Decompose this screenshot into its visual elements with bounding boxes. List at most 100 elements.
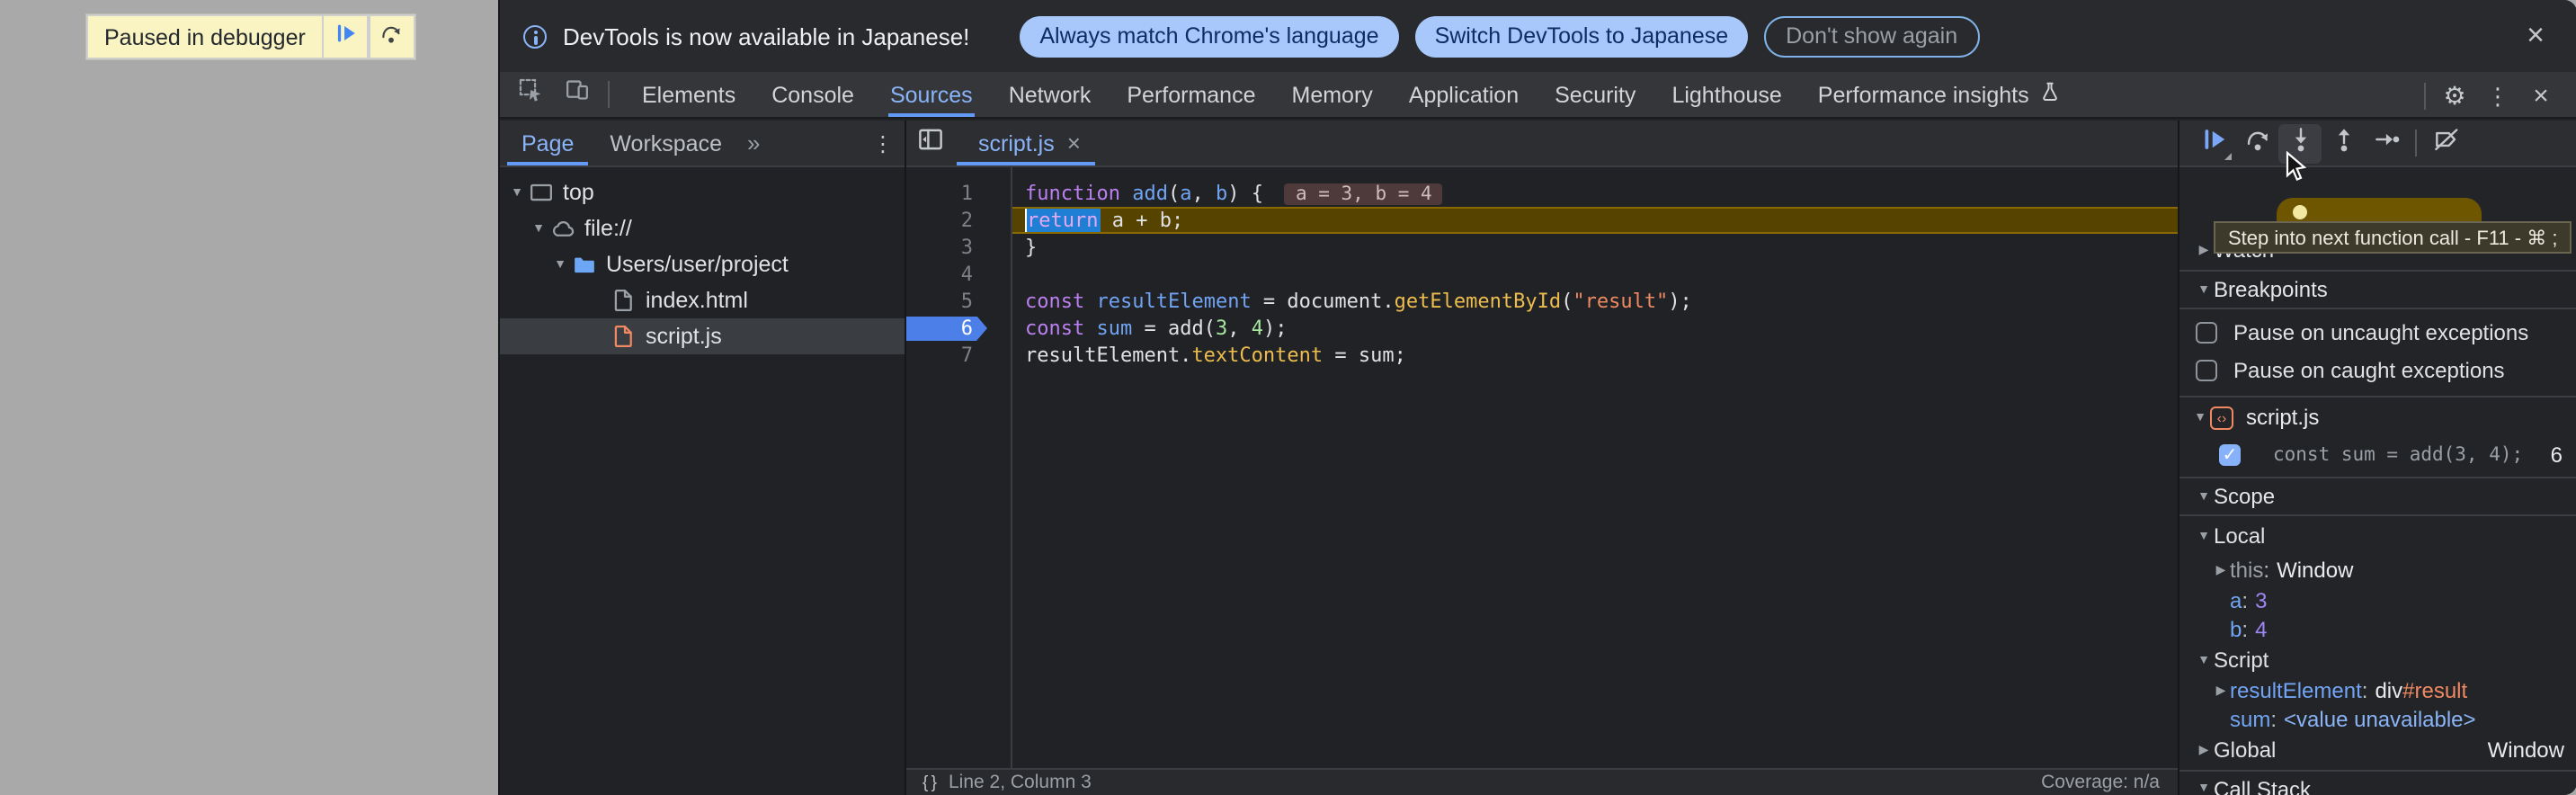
tree-item-label: script.js: [646, 324, 722, 349]
scope-group-script[interactable]: ▼Script: [2179, 645, 2576, 675]
step-out-button[interactable]: [2322, 123, 2365, 163]
line-number[interactable]: 4: [906, 261, 1011, 288]
infobar-close-icon[interactable]: ×: [2516, 16, 2555, 56]
line-number[interactable]: 1: [906, 180, 1011, 207]
navigator-tab-workspace[interactable]: Workspace: [592, 121, 740, 165]
code-line-2[interactable]: 2return a + b;: [906, 207, 2178, 234]
tab-application[interactable]: Application: [1391, 72, 1537, 117]
code-text: }: [1011, 234, 2178, 261]
code-token: }: [1025, 236, 1037, 259]
cursor-position: Line 2, Column 3: [949, 772, 1092, 793]
expand-arrow-icon[interactable]: ▼: [529, 222, 548, 235]
code-line-1[interactable]: 1function add(a, b) {a = 3, b = 4: [906, 180, 2178, 207]
settings-gear-icon[interactable]: ⚙: [2433, 74, 2476, 117]
tab-performance[interactable]: Performance: [1109, 72, 1273, 117]
tab-performance-insights[interactable]: Performance insights: [1800, 72, 2080, 117]
tree-item-index-html[interactable]: index.html: [500, 282, 905, 318]
scope-variable-resultelement[interactable]: ▶resultElement:div#result: [2179, 675, 2576, 705]
line-number[interactable]: 2: [906, 207, 1011, 234]
code-line-5[interactable]: 5const resultElement = document.getEleme…: [906, 288, 2178, 315]
step-over-button[interactable]: [2235, 123, 2278, 163]
toggle-navigator-icon[interactable]: [906, 121, 953, 165]
line-number[interactable]: 6: [906, 315, 1011, 342]
navigator-kebab-icon[interactable]: ⋮: [872, 121, 894, 167]
breakpoint-file-group[interactable]: ▼ ‹› script.js: [2179, 398, 2576, 437]
breakpoint-entry[interactable]: ✓const sum = add(3, 4);6: [2179, 437, 2576, 473]
code-token: (: [1561, 290, 1573, 313]
tree-item-script-js[interactable]: script.js: [500, 318, 905, 354]
code-line-3[interactable]: 3}: [906, 234, 2178, 261]
device-toolbar-icon[interactable]: [554, 72, 601, 117]
expand-arrow-icon[interactable]: ▼: [507, 186, 527, 199]
breakpoint-flag[interactable]: 6: [906, 316, 987, 341]
resume-script-button[interactable]: [325, 16, 368, 58]
infobar-action-switch-devtools-to-japanese[interactable]: Switch DevTools to Japanese: [1415, 15, 1749, 57]
code-line-7[interactable]: 7resultElement.textContent = sum;: [906, 342, 2178, 369]
code-line-4[interactable]: 4: [906, 261, 2178, 288]
scope-variable-b[interactable]: b:4: [2179, 615, 2576, 645]
code-line-6[interactable]: 6const sum = add(3, 4);: [906, 315, 2178, 342]
code-editor[interactable]: 1function add(a, b) {a = 3, b = 42return…: [906, 167, 2178, 768]
line-number[interactable]: 5: [906, 288, 1011, 315]
scope-variable-this[interactable]: ▶this:Window: [2179, 556, 2576, 585]
tab-elements[interactable]: Elements: [624, 72, 753, 117]
close-devtools-icon[interactable]: ×: [2519, 74, 2563, 117]
expand-arrow-icon[interactable]: ▼: [2194, 530, 2214, 542]
variable-value: #result: [2402, 678, 2467, 703]
tab-console[interactable]: Console: [753, 72, 872, 117]
tree-item-top[interactable]: ▼top: [500, 174, 905, 210]
breakpoints-section-header[interactable]: ▼Breakpoints: [2179, 270, 2576, 309]
expand-arrow-icon[interactable]: ▼: [550, 258, 570, 271]
scope-group-label: Script: [2214, 648, 2268, 673]
web-page-background: Paused in debugger: [0, 0, 500, 795]
step-over-banner-button[interactable]: [370, 16, 414, 58]
step-icon: [2373, 125, 2400, 161]
checkbox-row-pause-on-uncaught-exceptions[interactable]: Pause on uncaught exceptions: [2179, 313, 2576, 351]
more-tabs-chevron[interactable]: »: [740, 121, 767, 165]
scope-variable-sum[interactable]: sum:<value unavailable>: [2179, 705, 2576, 735]
scope-group-local[interactable]: ▼Local: [2179, 516, 2576, 556]
checkbox-row-pause-on-caught-exceptions[interactable]: Pause on caught exceptions: [2179, 351, 2576, 389]
expand-arrow-icon[interactable]: ▶: [2194, 743, 2214, 757]
pretty-print-icon[interactable]: { }: [923, 773, 936, 792]
info-icon: [523, 24, 547, 48]
scope-group-label: Global: [2214, 737, 2276, 763]
code-token: ) {: [1227, 182, 1263, 205]
expand-arrow-icon[interactable]: ▶: [2212, 564, 2230, 578]
navigator-tab-page[interactable]: Page: [504, 121, 592, 165]
step-button[interactable]: [2365, 123, 2408, 163]
deactivate-breakpoints-button[interactable]: [2424, 123, 2467, 163]
call-stack-section-header[interactable]: ▼Call Stack: [2179, 769, 2576, 795]
tab-memory[interactable]: Memory: [1274, 72, 1391, 117]
more-options-kebab-icon[interactable]: ⋮: [2476, 74, 2519, 117]
line-number[interactable]: 7: [906, 342, 1011, 369]
infobar-action-always-match-chrome-s-language[interactable]: Always match Chrome's language: [1020, 15, 1398, 57]
tab-sources[interactable]: Sources: [872, 72, 991, 117]
tab-security[interactable]: Security: [1537, 72, 1653, 117]
resume-button[interactable]: [2192, 123, 2235, 163]
scope-group-global[interactable]: ▶GlobalWindow: [2179, 735, 2576, 765]
editor-tab-close-icon[interactable]: ×: [1067, 130, 1081, 156]
scope-variable-a[interactable]: a:3: [2179, 585, 2576, 615]
line-number[interactable]: 3: [906, 234, 1011, 261]
flask-icon: [2040, 81, 2062, 108]
inspect-element-icon[interactable]: [507, 72, 554, 117]
script-file-badge-icon: ‹›: [2210, 406, 2233, 429]
checkbox[interactable]: [2196, 359, 2217, 380]
tab-network[interactable]: Network: [991, 72, 1110, 117]
variable-name: this: [2230, 558, 2263, 584]
breakpoint-checkbox[interactable]: ✓: [2219, 444, 2241, 466]
expand-arrow-icon[interactable]: ▶: [2212, 683, 2230, 698]
editor-tab-scriptjs[interactable]: script.js ×: [953, 121, 1099, 165]
colon: :: [2362, 678, 2368, 703]
checkbox[interactable]: [2196, 321, 2217, 343]
tree-item-users-user-project[interactable]: ▼Users/user/project: [500, 246, 905, 282]
colon: :: [2270, 708, 2277, 733]
tree-item-file[interactable]: ▼file://: [500, 210, 905, 246]
expand-arrow-icon[interactable]: ▼: [2194, 654, 2214, 666]
scope-section-header[interactable]: ▼Scope: [2179, 477, 2576, 516]
infobar-action-don-t-show-again[interactable]: Don't show again: [1764, 15, 1979, 57]
devtools-tabbar: ElementsConsoleSourcesNetworkPerformance…: [500, 72, 2576, 119]
code-text: return a + b;: [1011, 207, 2178, 234]
tab-lighthouse[interactable]: Lighthouse: [1653, 72, 1799, 117]
